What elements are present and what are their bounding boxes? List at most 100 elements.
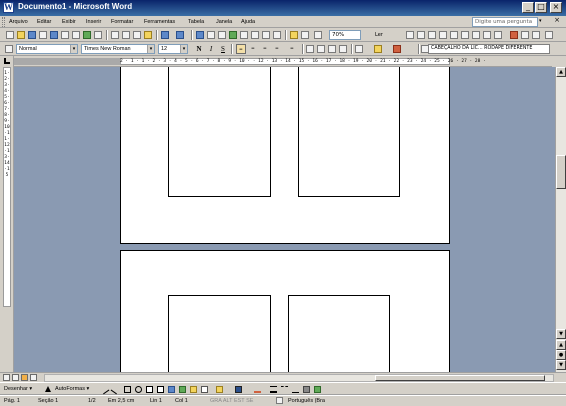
print-layout-view-icon[interactable] [21, 374, 28, 381]
hyperlink-icon[interactable] [196, 31, 204, 39]
oval-icon[interactable] [135, 386, 142, 393]
font-size-combo[interactable]: 12 ▾ [158, 44, 188, 54]
font-color-draw-icon[interactable] [254, 386, 261, 393]
vertical-scrollbar[interactable]: ▲ ▼ ▲ ● ▼ [555, 67, 566, 372]
page-number-icon[interactable] [439, 31, 447, 39]
pilcrow-icon[interactable] [314, 31, 322, 39]
paste-icon[interactable] [133, 31, 141, 39]
menu-arquivo[interactable]: Arquivo [9, 17, 28, 27]
horizontal-scrollbar[interactable] [44, 374, 554, 382]
picture-icon[interactable] [201, 386, 208, 393]
minimize-button[interactable]: _ [522, 2, 534, 13]
bold-button[interactable]: N [194, 44, 204, 54]
menu-tabela[interactable]: Tabela [188, 17, 204, 27]
menu-formatar[interactable]: Formatar [111, 17, 133, 27]
columns-icon[interactable] [240, 31, 248, 39]
cut-icon[interactable] [111, 31, 119, 39]
line-spacing-button[interactable]: ≡ [287, 44, 297, 54]
format-painter-icon[interactable] [144, 31, 152, 39]
switch-header-footer-icon[interactable] [510, 31, 518, 39]
document-map-icon[interactable] [262, 31, 270, 39]
font-dropdown-icon[interactable]: ▾ [147, 45, 154, 53]
toolbar-extra-1-icon[interactable] [406, 31, 414, 39]
research-icon[interactable] [94, 31, 102, 39]
time-icon[interactable] [461, 31, 469, 39]
help-dropdown-arrow-icon[interactable]: ▾ [539, 18, 542, 24]
rectangle-icon[interactable] [124, 386, 131, 393]
arrow-icon[interactable] [110, 384, 121, 395]
vertical-scroll-thumb[interactable] [556, 155, 566, 189]
align-left-button[interactable]: ≡ [236, 44, 246, 54]
maximize-button[interactable]: □ [535, 2, 547, 13]
show-text-icon[interactable] [483, 31, 491, 39]
text-box-3[interactable] [168, 295, 271, 372]
select-objects-icon[interactable] [45, 386, 51, 392]
page-2[interactable] [120, 250, 450, 372]
show-hide-icon[interactable] [273, 31, 281, 39]
style-combo[interactable]: Normal ▾ [16, 44, 78, 54]
open-folder-icon[interactable] [17, 31, 25, 39]
vertical-ruler[interactable]: 1·2·3·4·5·6·7·8·9·10·11·12·13·14·15 [0, 67, 14, 372]
new-document-icon[interactable] [6, 31, 14, 39]
previous-page-icon[interactable]: ▲ [556, 340, 566, 350]
wordart-icon[interactable] [168, 386, 175, 393]
text-box-1[interactable] [168, 67, 271, 197]
underline-button[interactable]: S [218, 44, 228, 54]
arrow-style-icon[interactable] [292, 386, 299, 393]
print-preview-icon[interactable] [72, 31, 80, 39]
text-box-4[interactable] [288, 295, 390, 372]
next-icon[interactable] [532, 31, 540, 39]
insert-table-icon[interactable] [218, 31, 226, 39]
document-close-button[interactable]: × [552, 17, 562, 26]
menu-editar[interactable]: Editar [37, 17, 51, 27]
numbering-icon[interactable] [306, 45, 314, 53]
tab-selector[interactable] [0, 56, 14, 67]
menu-inserir[interactable]: Inserir [86, 17, 101, 27]
vertical-text-box-icon[interactable] [157, 386, 164, 393]
dash-style-icon[interactable] [281, 386, 288, 393]
menu-ferramentas[interactable]: Ferramentas [144, 17, 175, 27]
shadow-style-icon[interactable] [303, 386, 310, 393]
same-as-previous-icon[interactable] [494, 31, 502, 39]
header-insert-icon[interactable] [428, 31, 436, 39]
email-icon[interactable] [50, 31, 58, 39]
web-view-icon[interactable] [12, 374, 19, 381]
menu-janela[interactable]: Janela [216, 17, 232, 27]
line-style-icon[interactable] [270, 386, 277, 393]
highlight-icon[interactable] [374, 45, 382, 53]
horizontal-ruler[interactable]: 2 · 1 · 1 · 2 · 3 · 4 · 5 · 6 · 7 · 8 · … [14, 56, 552, 67]
line-color-icon[interactable] [235, 386, 242, 393]
grid-icon[interactable] [301, 31, 309, 39]
zoom-combo[interactable]: 70% [329, 30, 361, 40]
draw-menu[interactable]: Desenhar ▾ [4, 385, 32, 394]
help-question-input[interactable]: Digite uma pergunta [472, 17, 538, 27]
size-dropdown-icon[interactable]: ▾ [180, 45, 187, 53]
3d-style-icon[interactable] [314, 386, 321, 393]
outline-view-icon[interactable] [30, 374, 37, 381]
page-1[interactable] [120, 67, 450, 244]
bullets-icon[interactable] [317, 45, 325, 53]
page-setup-icon[interactable] [472, 31, 480, 39]
spelling-icon[interactable] [83, 31, 91, 39]
insert-excel-icon[interactable] [229, 31, 237, 39]
normal-view-icon[interactable] [3, 374, 10, 381]
copy-icon[interactable] [122, 31, 130, 39]
menu-ajuda[interactable]: Ajuda [241, 17, 255, 27]
status-modes[interactable]: GRA ALT EST SE [210, 397, 253, 406]
decrease-indent-icon[interactable] [328, 45, 336, 53]
horizontal-scroll-thumb[interactable] [375, 375, 545, 381]
print-icon[interactable] [61, 31, 69, 39]
permission-icon[interactable] [39, 31, 47, 39]
close-header-footer-icon[interactable] [545, 31, 553, 39]
font-combo[interactable]: Times New Roman ▾ [81, 44, 155, 54]
spelling-status-icon[interactable] [276, 397, 283, 404]
justify-button[interactable]: ≡ [272, 44, 282, 54]
menu-exibir[interactable]: Exibir [62, 17, 76, 27]
increase-indent-icon[interactable] [339, 45, 347, 53]
insert-picture-icon[interactable] [290, 31, 298, 39]
scroll-up-icon[interactable]: ▲ [556, 67, 566, 77]
line-icon[interactable] [99, 384, 110, 395]
align-center-button[interactable]: ≡ [248, 44, 258, 54]
scroll-down-icon[interactable]: ▼ [556, 329, 566, 339]
font-color-icon[interactable] [393, 45, 401, 53]
